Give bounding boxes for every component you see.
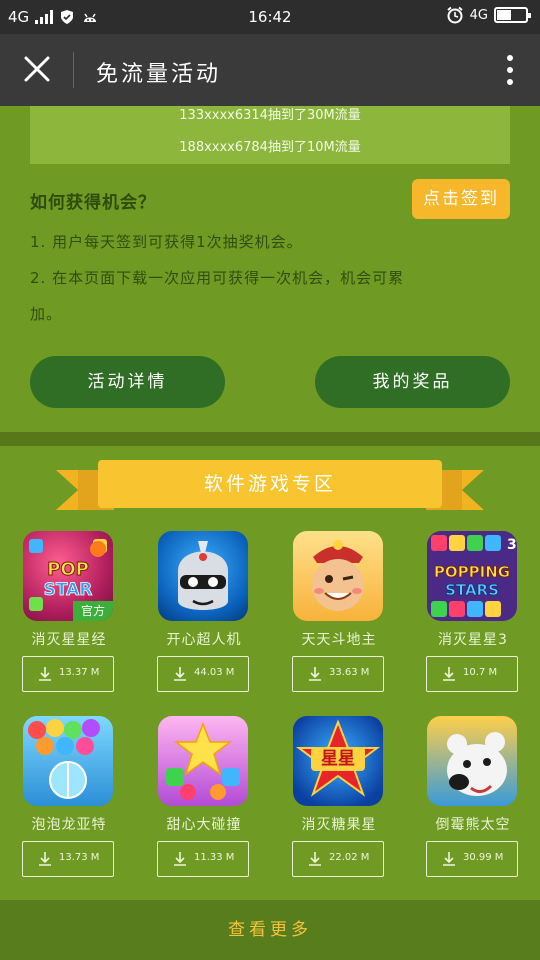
view-more-button[interactable]: 查看更多 [0, 900, 540, 960]
popstar-icon[interactable]: POP STAR 官方 [23, 531, 113, 621]
ribbon-tail-left [56, 470, 78, 510]
official-badge: 官方 [73, 601, 113, 621]
app-size: 13.37 M [59, 667, 100, 678]
how-title: 如何获得机会？ [30, 193, 156, 213]
more-options-icon[interactable] [506, 54, 514, 86]
download-icon [174, 667, 186, 681]
download-icon [39, 852, 51, 866]
download-button[interactable]: 11.33 M [157, 841, 249, 877]
candy-icon[interactable] [158, 716, 248, 806]
rule-item: 加。 [30, 305, 63, 323]
download-button[interactable]: 30.99 M [426, 841, 518, 877]
app-size: 11.33 M [194, 852, 235, 863]
bear-icon[interactable] [427, 716, 517, 806]
superman-icon[interactable] [158, 531, 248, 621]
section-title: 软件游戏专区 [98, 460, 442, 508]
app-size: 33.63 M [329, 667, 370, 678]
app-name: 倒霉熊太空 [435, 817, 511, 833]
app-name: 甜心大碰撞 [166, 817, 242, 833]
app-name: 开心超人机 [166, 632, 242, 648]
download-button[interactable]: 44.03 M [157, 656, 249, 692]
winner-line: 188xxxx6784抽到了10M流量 [179, 140, 361, 155]
app-name: 消灭糖果星 [301, 817, 377, 833]
download-button[interactable]: 22.02 M [292, 841, 384, 877]
svg-text:STARS: STARS [445, 581, 499, 599]
nav-divider [73, 52, 74, 88]
battery-icon [494, 7, 531, 23]
download-icon [39, 667, 51, 681]
app-size: 10.7 M [463, 667, 498, 678]
ribbon-tail-right [462, 470, 484, 510]
winner-line: 133xxxx6314抽到了30M流量 [179, 108, 361, 123]
status-bar: 4G 16:42 4G [0, 0, 540, 34]
app-size: 44.03 M [194, 667, 235, 678]
app-size: 30.99 M [463, 852, 504, 863]
app-size: 13.73 M [59, 852, 100, 863]
download-icon [309, 667, 321, 681]
svg-text:POPPING: POPPING [434, 563, 510, 581]
download-button[interactable]: 13.73 M [22, 841, 114, 877]
xingxing-text: 星星 [311, 747, 365, 771]
app-name: 泡泡龙亚特 [31, 817, 107, 833]
popping-stars-icon[interactable]: POPPING STARS 3 [427, 531, 517, 621]
xingxing-icon[interactable]: 星星 [293, 716, 383, 806]
app-size: 22.02 M [329, 852, 370, 863]
close-icon[interactable] [22, 54, 52, 84]
download-button[interactable]: 13.37 M [22, 656, 114, 692]
page-title: 免流量活动 [96, 62, 222, 87]
winners-ticker: 133xxxx6314抽到了30M流量 188xxxx6784抽到了10M流量 [30, 106, 510, 164]
download-icon [443, 667, 455, 681]
activity-details-button[interactable]: 活动详情 [30, 356, 225, 408]
status-right: 4G [446, 6, 531, 24]
nav-bar: 免流量活动 [0, 34, 540, 106]
svg-text:POP: POP [47, 559, 89, 580]
download-button[interactable]: 10.7 M [426, 656, 518, 692]
rule-item: 2. 在本页面下载一次应用可获得一次机会，机会可累 [30, 269, 405, 287]
app-name: 天天斗地主 [301, 632, 377, 648]
section-ribbon: 软件游戏专区 [56, 460, 484, 518]
svg-text:3: 3 [507, 537, 517, 553]
landlord-icon[interactable] [293, 531, 383, 621]
network-type-right: 4G [469, 7, 488, 23]
section-divider [0, 432, 540, 446]
app-name: 消灭星星经 [31, 632, 107, 648]
alarm-icon [447, 6, 463, 24]
download-icon [309, 852, 321, 866]
app-name: 消灭星星3 [438, 632, 508, 648]
download-icon [174, 852, 186, 866]
signin-button[interactable]: 点击签到 [412, 179, 510, 219]
my-prizes-button[interactable]: 我的奖品 [315, 356, 510, 408]
svg-text:STAR: STAR [44, 580, 93, 600]
download-button[interactable]: 33.63 M [292, 656, 384, 692]
download-icon [443, 852, 455, 866]
bubble-icon[interactable] [23, 716, 113, 806]
rule-item: 1. 用户每天签到可获得1次抽奖机会。 [30, 233, 303, 251]
